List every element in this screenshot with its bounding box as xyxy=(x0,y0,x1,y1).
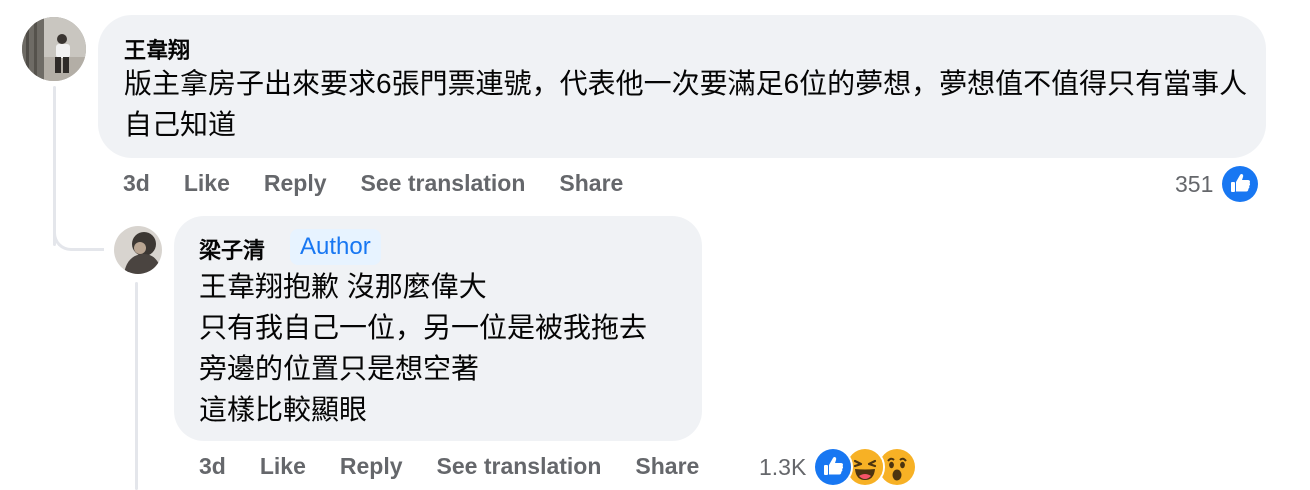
comment-timestamp[interactable]: 3d xyxy=(123,170,150,197)
reply-button[interactable]: Reply xyxy=(264,170,327,197)
reply-actions: 3d Like Reply See translation Share xyxy=(199,453,733,480)
reply-text: 王韋翔抱歉 沒那麼偉大 只有我自己一位，另一位是被我拖去 旁邊的位置只是想空著 … xyxy=(199,271,648,425)
see-translation-button[interactable]: See translation xyxy=(361,170,526,197)
like-icon[interactable] xyxy=(813,447,853,487)
reaction-count[interactable]: 1.3K xyxy=(759,454,806,481)
comment-author-name[interactable]: 王韋翔 xyxy=(124,33,190,65)
like-button[interactable]: Like xyxy=(184,170,230,197)
reaction-count[interactable]: 351 xyxy=(1175,171,1213,198)
avatar[interactable] xyxy=(114,226,162,274)
like-button[interactable]: Like xyxy=(260,453,306,480)
reply-thread-line xyxy=(135,282,138,490)
author-badge: Author xyxy=(290,229,381,265)
see-translation-button[interactable]: See translation xyxy=(437,453,602,480)
share-button[interactable]: Share xyxy=(635,453,699,480)
thread-connector-curve xyxy=(53,210,104,251)
comment-text: 版主拿房子出來要求6張門票連號，代表他一次要滿足6位的夢想，夢想值不值得只有當事… xyxy=(124,68,1248,140)
like-icon[interactable] xyxy=(1220,164,1260,204)
avatar[interactable] xyxy=(22,17,86,81)
reply-timestamp[interactable]: 3d xyxy=(199,453,226,480)
reply-button[interactable]: Reply xyxy=(340,453,403,480)
reply-author-name[interactable]: 梁子清 xyxy=(199,233,265,265)
share-button[interactable]: Share xyxy=(559,170,623,197)
comment-thread: 王韋翔 版主拿房子出來要求6張門票連號，代表他一次要滿足6位的夢想，夢想值不值得… xyxy=(0,0,1310,490)
comment-actions: 3d Like Reply See translation Share xyxy=(123,170,657,197)
